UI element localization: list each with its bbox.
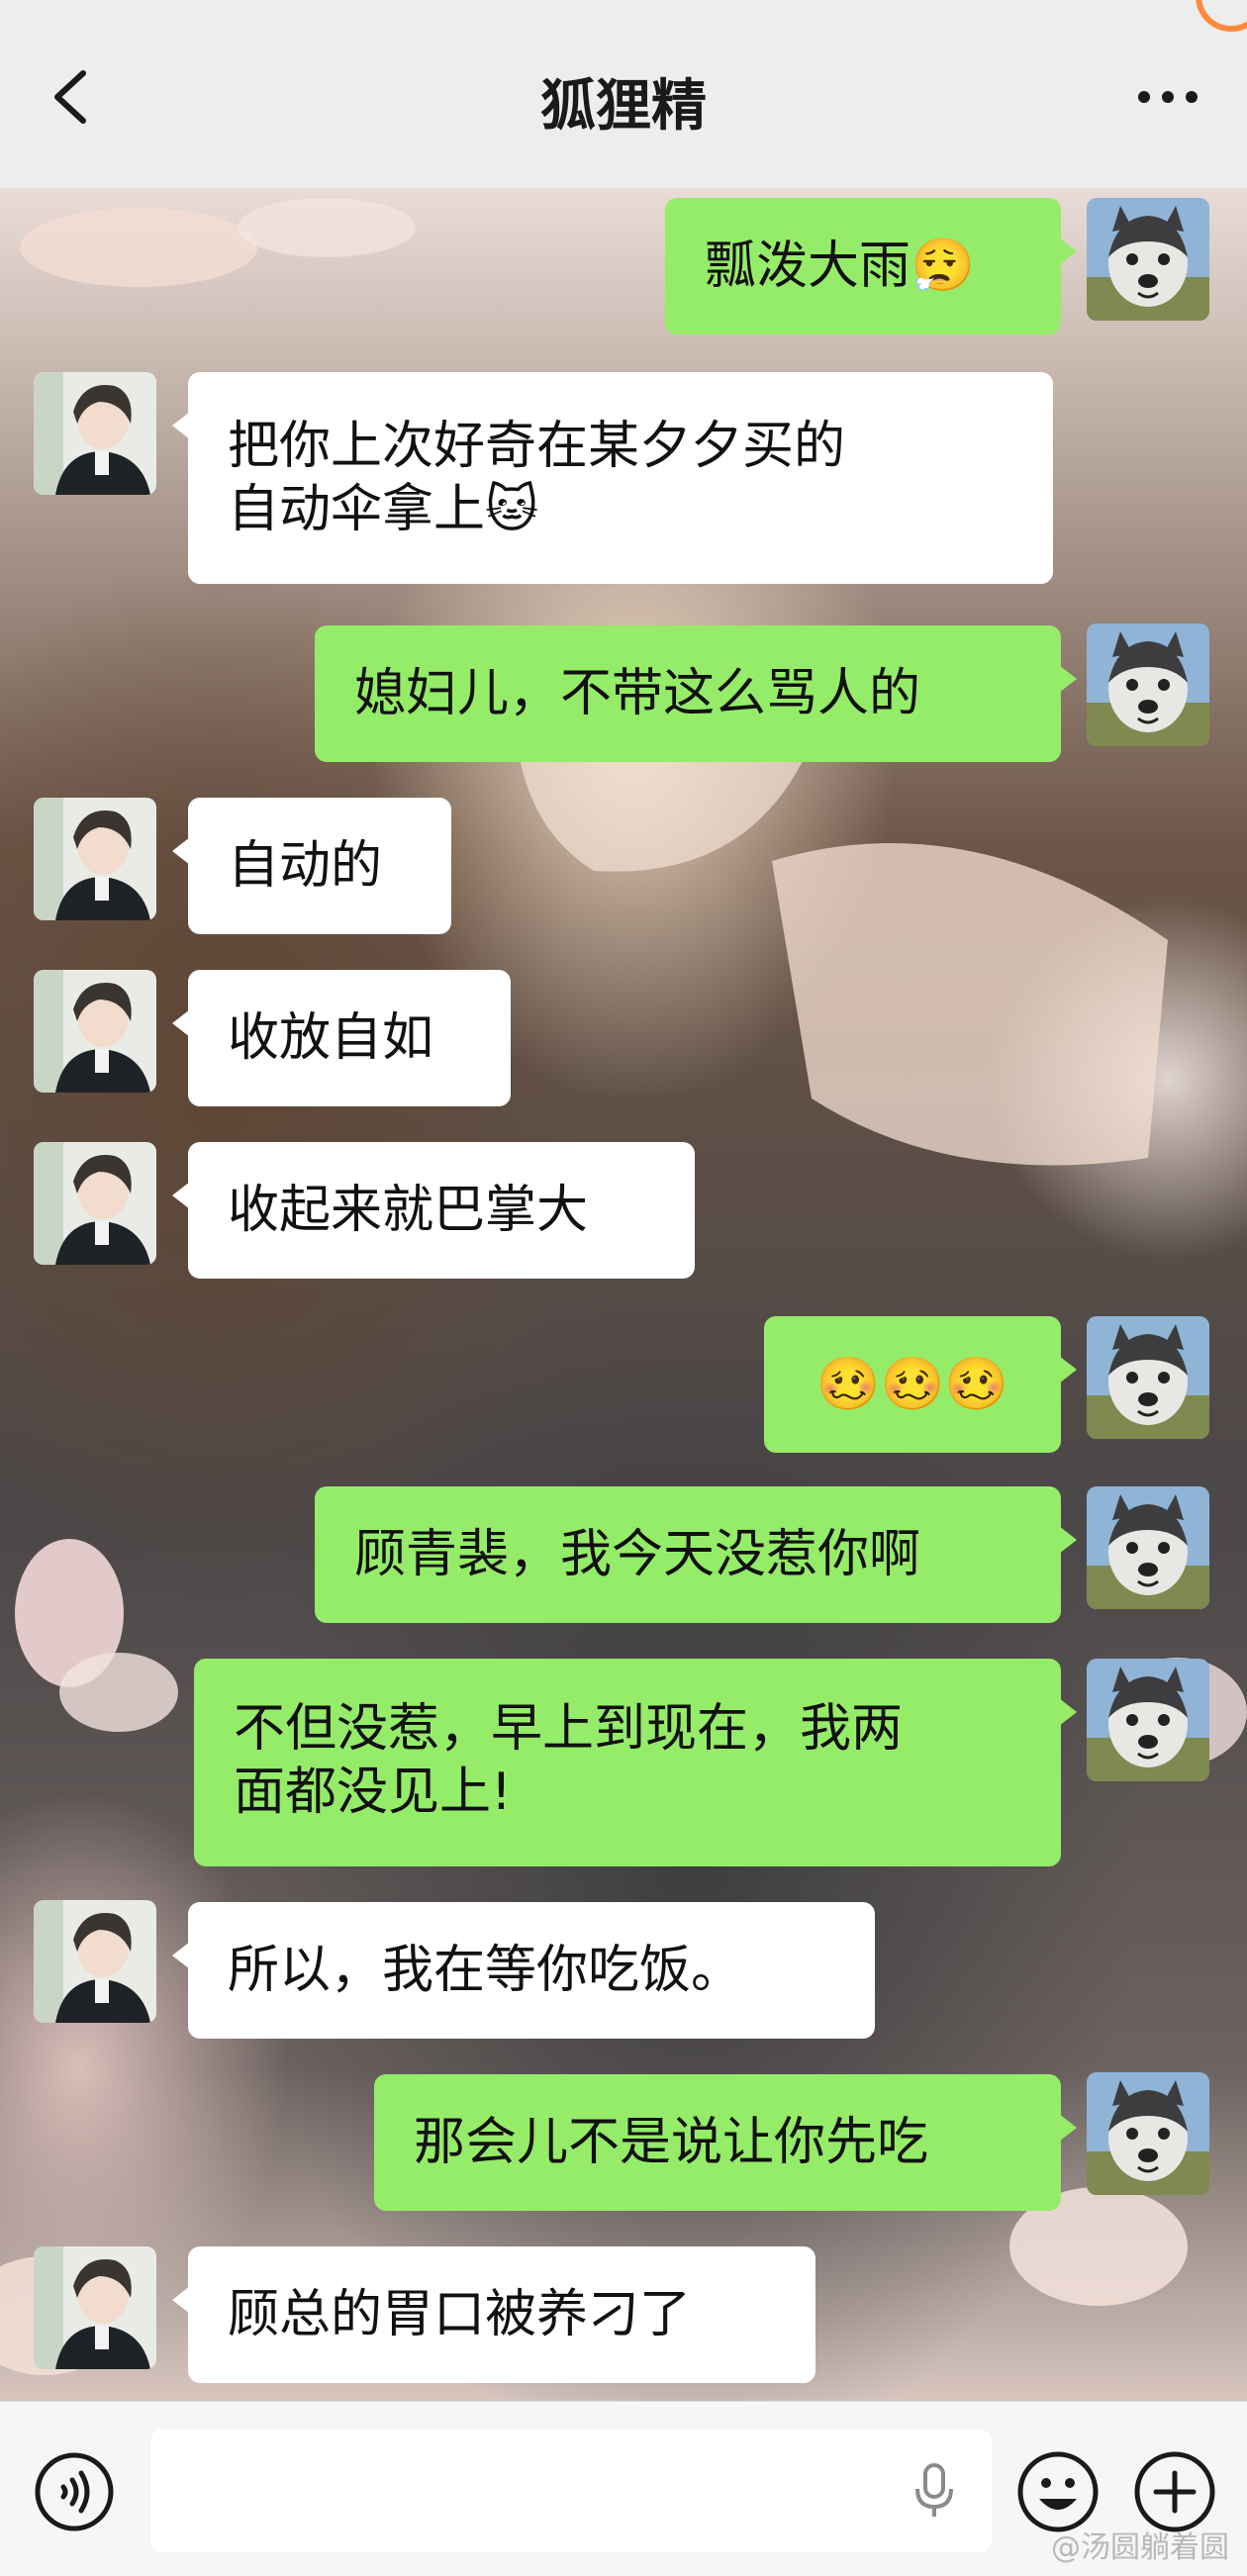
message-bubble[interactable]: 瓢泼大雨😮‍💨 <box>665 198 1077 334</box>
avatar[interactable] <box>34 1142 156 1265</box>
man-avatar-icon <box>34 372 156 495</box>
watermark: @汤圆躺着圆 <box>1051 2530 1229 2565</box>
message-text: 瓢泼大雨😮‍💨 <box>705 237 975 296</box>
husky-avatar-icon <box>1087 1316 1209 1439</box>
man-avatar-icon <box>34 1900 156 2023</box>
input-bar: @汤圆躺着圆 <box>0 2401 1247 2576</box>
husky-avatar-icon <box>1087 623 1209 746</box>
chat-title: 狐狸精 <box>540 74 707 139</box>
message-text: 那会儿不是说让你先吃 <box>414 2113 929 2172</box>
man-avatar-icon <box>34 2246 156 2369</box>
message-bubble[interactable]: 收起来就巴掌大 <box>172 1142 695 1279</box>
message-bubble[interactable]: 收放自如 <box>172 970 511 1106</box>
message-text-line-1: 不但没惹，早上到现在，我两 <box>234 1699 904 1759</box>
message-bubble[interactable]: 顾总的胃口被养刁了 <box>172 2246 815 2383</box>
message-bubble[interactable]: 顾青裴，我今天没惹你啊 <box>315 1486 1077 1623</box>
man-avatar-icon <box>34 970 156 1093</box>
avatar[interactable] <box>1087 198 1209 321</box>
message-text-line-2: 自动伞拿上🐱 <box>228 480 539 539</box>
message-bubble[interactable]: 自动的 <box>172 798 451 934</box>
husky-avatar-icon <box>1087 2072 1209 2195</box>
avatar[interactable] <box>1087 1659 1209 1781</box>
voice-icon[interactable] <box>34 2451 115 2532</box>
message-bubble[interactable]: 媳妇儿，不带这么骂人的 <box>315 625 1077 762</box>
mic-icon[interactable] <box>912 2461 956 2521</box>
avatar[interactable] <box>34 798 156 920</box>
message-text: 🥴🥴🥴 <box>815 1355 1009 1414</box>
avatar[interactable] <box>34 970 156 1093</box>
chat-header: 狐狸精 <box>0 0 1247 188</box>
husky-avatar-icon <box>1087 1486 1209 1609</box>
avatar[interactable] <box>1087 623 1209 746</box>
message-bubble[interactable]: 所以，我在等你吃饭。 <box>172 1902 875 2039</box>
avatar[interactable] <box>1087 1486 1209 1609</box>
message-text: 顾青裴，我今天没惹你啊 <box>354 1525 921 1584</box>
more-icon[interactable] <box>1136 87 1199 107</box>
avatar[interactable] <box>34 372 156 495</box>
message-bubble[interactable]: 🥴🥴🥴 <box>764 1316 1077 1453</box>
avatar[interactable] <box>1087 2072 1209 2195</box>
message-bubble[interactable]: 那会儿不是说让你先吃 <box>374 2074 1077 2211</box>
message-text: 自动的 <box>228 836 383 896</box>
message-text: 所以，我在等你吃饭。 <box>228 1941 743 2000</box>
message-text: 收放自如 <box>228 1008 434 1068</box>
message-input[interactable] <box>150 2430 992 2552</box>
message-text-line-1: 把你上次好奇在某夕夕买的 <box>228 417 846 476</box>
avatar[interactable] <box>1087 1316 1209 1439</box>
message-text: 收起来就巴掌大 <box>228 1181 589 1240</box>
message-text: 顾总的胃口被养刁了 <box>228 2285 692 2344</box>
man-avatar-icon <box>34 1142 156 1265</box>
avatar[interactable] <box>34 1900 156 2023</box>
message-bubble[interactable]: 不但没惹，早上到现在，我两 面都没见上! <box>194 1659 1077 1866</box>
message-text-line-2: 面都没见上! <box>234 1763 512 1822</box>
husky-avatar-icon <box>1087 1659 1209 1781</box>
avatar[interactable] <box>34 2246 156 2369</box>
message-bubble[interactable]: 把你上次好奇在某夕夕买的 自动伞拿上🐱 <box>172 372 1053 584</box>
man-avatar-icon <box>34 798 156 920</box>
message-text: 媳妇儿，不带这么骂人的 <box>354 664 921 723</box>
husky-avatar-icon <box>1087 198 1209 321</box>
